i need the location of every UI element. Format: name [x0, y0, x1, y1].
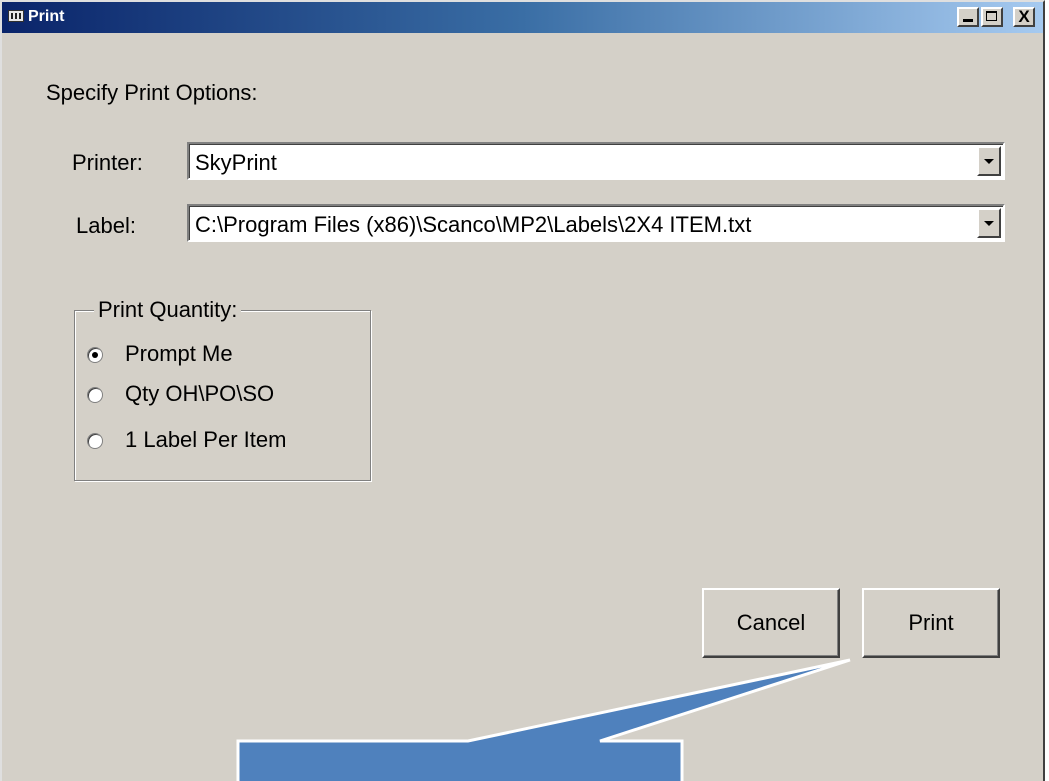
minimize-icon	[963, 19, 973, 22]
minimize-button[interactable]	[957, 7, 979, 27]
app-icon	[8, 10, 24, 22]
print-quantity-legend: Print Quantity:	[94, 297, 242, 323]
print-button[interactable]: Print	[862, 588, 1000, 658]
printer-select-value: SkyPrint	[195, 150, 277, 175]
label-file-select-value: C:\Program Files (x86)\Scanco\MP2\Labels…	[195, 212, 752, 237]
cancel-button[interactable]: Cancel	[702, 588, 840, 658]
close-button[interactable]: X	[1013, 7, 1035, 27]
dialog-heading: Specify Print Options:	[46, 80, 258, 105]
chevron-down-icon[interactable]	[977, 208, 1001, 238]
title-bar[interactable]: Print X	[2, 2, 1043, 33]
radio-label: Prompt Me	[125, 341, 233, 366]
maximize-button[interactable]	[981, 7, 1003, 27]
print-dialog-window: Print X Specify Print Options: Printer: …	[0, 0, 1045, 781]
chevron-down-icon[interactable]	[977, 146, 1001, 176]
label-file-label: Label:	[76, 213, 136, 238]
label-file-select[interactable]: C:\Program Files (x86)\Scanco\MP2\Labels…	[187, 204, 1005, 242]
radio-button[interactable]	[87, 433, 103, 449]
printer-select[interactable]: SkyPrint	[187, 142, 1005, 180]
window-title: Print	[28, 8, 65, 25]
close-icon: X	[1018, 7, 1030, 26]
radio-button-checked[interactable]	[87, 347, 103, 363]
maximize-icon	[986, 11, 997, 21]
radio-button[interactable]	[87, 387, 103, 403]
radio-label: Qty OH\PO\SO	[125, 381, 275, 406]
printer-label: Printer:	[72, 150, 143, 175]
radio-label: 1 Label Per Item	[125, 427, 287, 452]
